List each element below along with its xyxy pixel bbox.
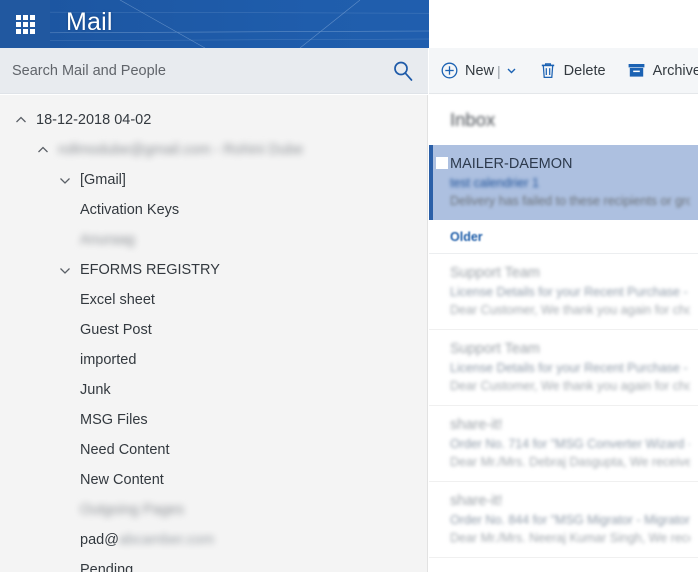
folder-tree-item-label: [Gmail] [80, 172, 126, 188]
folder-tree-item-label: Activation Keys [80, 202, 180, 218]
search-input[interactable] [12, 62, 382, 79]
folder-tree-item-label: imported [80, 352, 137, 368]
folder-tree-item-label: Outgoing Pages [80, 502, 184, 518]
folder-tree-item-label: Anuraag [80, 232, 135, 248]
folder-title: Inbox [450, 109, 496, 130]
page-title: Mail [66, 8, 113, 36]
archive-button-label: Archive [652, 62, 698, 79]
message-preview: Dear Customer, We thank you again for ch… [450, 303, 690, 317]
message-preview: Delivery has failed to these recipients … [450, 194, 690, 208]
message-list[interactable]: MAILER-DAEMON test calendrier 1 Delivery h… [429, 145, 698, 572]
folder-tree-item[interactable]: Need Content [0, 435, 427, 465]
folder-tree-item-label: New Content [80, 472, 164, 488]
folder-tree-item[interactable]: MSG Files [0, 405, 427, 435]
folder-tree-item-label: Excel sheet [80, 292, 155, 308]
folder-tree-item-label: EFORMS REGISTRY [80, 262, 220, 278]
message-group-divider-label: Older [450, 230, 483, 244]
folder-tree-item[interactable]: New Content [0, 465, 427, 495]
folder-tree-item[interactable]: Pending [0, 555, 427, 572]
message-list-header: Inbox [429, 95, 698, 145]
search-icon[interactable] [392, 60, 414, 82]
folder-tree-item-label: rollmodube@gmail.com - Rohini Dube [58, 142, 304, 158]
message-subject: test calendrier 1 [450, 176, 539, 190]
chevron-down-icon[interactable] [56, 171, 74, 189]
message-sender: share-it! [450, 493, 503, 509]
message-preview: Dear Mr./Mrs. Debraj Dasgupta, We receiv… [450, 455, 690, 469]
command-toolbar: New | Delete Archive [429, 48, 698, 94]
message-row-selected[interactable]: MAILER-DAEMON test calendrier 1 Delivery h… [429, 145, 698, 220]
message-subject: License Details for your Recent Purchase… [450, 361, 690, 375]
archive-box-icon [628, 62, 646, 80]
new-separator: | [497, 62, 501, 79]
archive-button[interactable]: Archive [617, 48, 698, 94]
plus-circle-icon [440, 62, 458, 80]
message-sender: Support Team [450, 265, 541, 281]
message-pane: New | Delete Archive Inbox MAILER-DAEMON… [429, 0, 698, 572]
folder-tree-item[interactable]: Junk [0, 375, 427, 405]
new-button[interactable]: New | [429, 48, 528, 94]
folder-tree-item-label: Need Content [80, 442, 170, 458]
message-sender: share-it! [450, 417, 503, 433]
delete-button[interactable]: Delete [528, 48, 617, 94]
folder-tree-sidebar[interactable]: 18-12-2018 04-02 rollmodube@gmail.com - R… [0, 95, 428, 572]
delete-button-label: Delete [563, 62, 606, 79]
folder-tree-item[interactable]: Outgoing Pages [0, 495, 427, 525]
message-subject: License Details for your Recent Purchase… [450, 285, 690, 299]
message-subject: Order No. 844 for "MSG Migrator - Migrat… [450, 513, 690, 527]
message-sender: MAILER-DAEMON [450, 156, 573, 172]
folder-tree-item[interactable]: 18-12-2018 04-02 [0, 105, 427, 135]
folder-tree-item[interactable]: Activation Keys [0, 195, 427, 225]
folder-tree-item-label: Guest Post [80, 322, 152, 338]
folder-tree: 18-12-2018 04-02 rollmodube@gmail.com - R… [0, 95, 427, 572]
search-bar [0, 48, 428, 94]
folder-tree-item-label: Junk [80, 382, 111, 398]
folder-tree-item[interactable]: rollmodube@gmail.com - Rohini Dube [0, 135, 427, 165]
folder-tree-item[interactable]: Anuraag [0, 225, 427, 255]
app-grid-icon [15, 14, 35, 34]
folder-tree-item-label: 18-12-2018 04-02 [36, 112, 152, 128]
mail-app-window: Mail 18-12-2018 04-02 rollmodube@gmail.co… [0, 0, 698, 572]
message-preview: Dear Customer, We thank you again for ch… [450, 379, 690, 393]
trash-icon [539, 62, 557, 80]
new-button-label: New [465, 62, 495, 79]
message-checkbox[interactable] [436, 157, 448, 169]
chevron-up-icon[interactable] [12, 111, 30, 129]
app-launcher-button[interactable] [0, 0, 50, 48]
message-preview: Dear Mr./Mrs. Neeraj Kumar Singh, We rec… [450, 531, 690, 545]
folder-tree-item[interactable]: imported [0, 345, 427, 375]
folder-tree-item[interactable]: Guest Post [0, 315, 427, 345]
folder-tree-item-label: pad@abcamber.com [80, 532, 215, 548]
message-sender: Support Team [450, 341, 541, 357]
message-row[interactable]: share-it! Order No. 844 for "MSG Migrator… [429, 482, 698, 558]
message-row[interactable]: share-it! Order No. 714 for "MSG Converte… [429, 406, 698, 482]
message-row[interactable]: Support Team License Details for your Rec… [429, 330, 698, 406]
chevron-down-icon[interactable] [56, 261, 74, 279]
message-row[interactable]: Support Team License Details for your Rec… [429, 254, 698, 330]
folder-tree-item[interactable]: pad@abcamber.com [0, 525, 427, 555]
chevron-down-icon[interactable] [506, 65, 517, 76]
chevron-up-icon[interactable] [34, 141, 52, 159]
message-subject: Order No. 714 for "MSG Converter Wizard … [450, 437, 690, 451]
folder-tree-item[interactable]: EFORMS REGISTRY [0, 255, 427, 285]
folder-tree-item-label: Pending [80, 562, 134, 572]
message-group-divider: Older [429, 220, 698, 254]
folder-tree-item[interactable]: [Gmail] [0, 165, 427, 195]
folder-tree-item[interactable]: Excel sheet [0, 285, 427, 315]
folder-tree-item-label: MSG Files [80, 412, 148, 428]
